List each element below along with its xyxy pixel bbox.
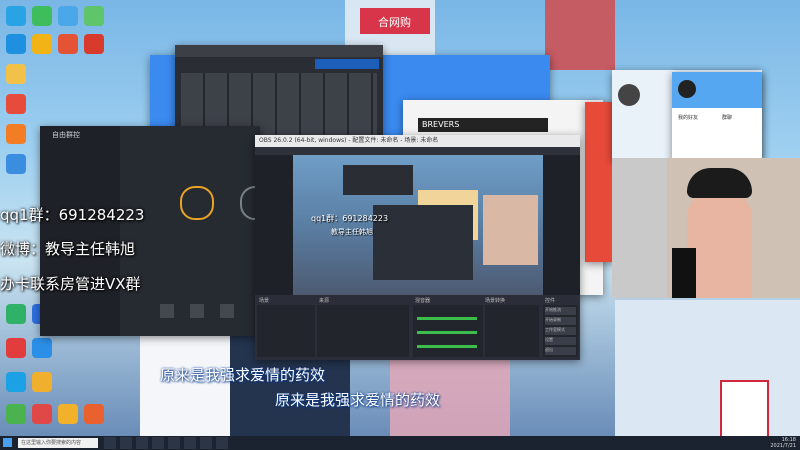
exit-button[interactable]: 退出 — [545, 347, 576, 355]
vx-group-overlay: 办卡联系房管进VX群 — [0, 275, 141, 293]
toolbar-icon[interactable] — [220, 304, 234, 318]
taskbar-app[interactable] — [120, 437, 132, 449]
weibo-overlay: 微博：教导主任韩旭 — [0, 240, 136, 258]
desktop-icon[interactable] — [6, 404, 26, 424]
obs-sources-header: 来源 — [319, 298, 330, 304]
windows-start-icon[interactable] — [3, 438, 12, 447]
avatar[interactable] — [618, 84, 640, 106]
preview-control-window — [343, 165, 413, 195]
studio-mode-button[interactable]: 工作室模式 — [545, 327, 576, 335]
desktop-icon[interactable] — [58, 34, 78, 54]
desktop-icon[interactable] — [84, 6, 104, 26]
desktop-icon[interactable] — [6, 304, 26, 324]
desktop-icon[interactable] — [58, 404, 78, 424]
store-shelves — [615, 300, 800, 436]
qq-friend-panel[interactable]: 我的好友 群聊 — [672, 72, 762, 162]
desktop-icon[interactable] — [32, 6, 52, 26]
desktop-icon[interactable] — [6, 124, 26, 144]
preview-weibo-text: 教导主任韩旭 — [331, 228, 373, 236]
qq-group-overlay: qq1群：691284223 — [0, 206, 145, 224]
start-streaming-button[interactable]: 开始推流 — [545, 307, 576, 315]
microphone — [672, 248, 696, 298]
obs-sources-list[interactable] — [317, 305, 409, 357]
start-recording-button[interactable]: 开始录制 — [545, 317, 576, 325]
obs-docks: 场景 来源 混音器 场景转换 控件 开始推流 开始录制 工作室模式 设置 退出 — [255, 295, 580, 360]
obs-transitions[interactable] — [485, 305, 539, 357]
webcam-background-door — [612, 158, 667, 298]
taskbar-app[interactable] — [200, 437, 212, 449]
audio-meter — [417, 317, 477, 320]
obs-scenes-header: 场景 — [259, 298, 270, 304]
desktop-icon[interactable] — [6, 338, 26, 358]
control-panel-titlebar[interactable] — [175, 45, 383, 57]
obs-controls-header: 控件 — [545, 298, 556, 304]
brevers-header: BREVERS — [418, 118, 548, 132]
desktop-icon[interactable] — [6, 372, 26, 392]
wallpaper-panel — [545, 0, 615, 70]
taskbar-app[interactable] — [152, 437, 164, 449]
preview-qq-text: qq1群：691284223 — [311, 214, 389, 223]
desktop-icon[interactable] — [32, 338, 52, 358]
obs-menu-bar[interactable] — [255, 147, 580, 155]
store-logo — [720, 380, 769, 440]
obs-titlebar[interactable]: OBS 26.0.2 (64-bit, windows) - 配置文件: 未命名… — [255, 135, 580, 147]
obs-mixer[interactable] — [413, 305, 483, 357]
audio-meter — [417, 331, 477, 334]
control-panel-tab[interactable] — [315, 59, 379, 69]
lyric-line-1: 原来是我强求爱情的药效 — [160, 366, 326, 384]
obs-mixer-header: 混音器 — [415, 298, 431, 304]
toolbar-icon[interactable] — [190, 304, 204, 318]
desktop-icon[interactable] — [58, 6, 78, 26]
preview-webcam — [483, 195, 538, 265]
tab-groups[interactable]: 群聊 — [722, 114, 732, 121]
step-indicator — [180, 186, 214, 220]
streamer-face — [687, 188, 752, 298]
tab-friends[interactable]: 我的好友 — [678, 114, 698, 121]
desktop-icon[interactable] — [32, 34, 52, 54]
audio-meter — [417, 345, 477, 348]
desktop-icon[interactable] — [32, 404, 52, 424]
desktop-icon[interactable] — [6, 34, 26, 54]
taskbar-clock[interactable]: 16:18 2021/7/21 — [756, 437, 796, 449]
obs-controls[interactable]: 开始推流 开始录制 工作室模式 设置 退出 — [543, 305, 578, 357]
clock-date: 2021/7/21 — [770, 443, 796, 449]
obs-transitions-header: 场景转换 — [485, 298, 506, 304]
red-window-edge — [585, 102, 615, 262]
desktop-icon[interactable] — [84, 404, 104, 424]
avatar[interactable] — [678, 80, 696, 98]
toolbar-icon[interactable] — [160, 304, 174, 318]
desktop-icon[interactable] — [32, 372, 52, 392]
taskbar-app[interactable] — [136, 437, 148, 449]
desktop-icon[interactable] — [6, 64, 26, 84]
webcam-feed — [612, 158, 800, 298]
taskbar-app[interactable] — [104, 437, 116, 449]
obs-window[interactable]: OBS 26.0.2 (64-bit, windows) - 配置文件: 未命名… — [255, 135, 580, 360]
obs-preview[interactable]: qq1群：691284223 教导主任韩旭 — [293, 155, 543, 295]
desktop-icon[interactable] — [84, 34, 104, 54]
store-sign: 合网购 — [360, 8, 430, 34]
streamer-hair — [687, 168, 752, 198]
desktop-icon[interactable] — [6, 6, 26, 26]
app-brand: 自由群控 — [52, 131, 80, 139]
taskbar-app[interactable] — [184, 437, 196, 449]
taskbar-search-box[interactable]: 在这里输入你要搜索的内容 — [18, 438, 98, 448]
taskbar: 在这里输入你要搜索的内容 16:18 2021/7/21 — [0, 436, 800, 450]
taskbar-app[interactable] — [216, 437, 228, 449]
settings-button[interactable]: 设置 — [545, 337, 576, 345]
group-control-window[interactable]: 自由群控 — [40, 126, 274, 336]
lyric-line-2: 原来是我强求爱情的药效 — [275, 391, 441, 409]
desktop-icon[interactable] — [6, 154, 26, 174]
taskbar-app[interactable] — [168, 437, 180, 449]
desktop-icon[interactable] — [6, 94, 26, 114]
obs-scenes-list[interactable] — [257, 305, 315, 357]
